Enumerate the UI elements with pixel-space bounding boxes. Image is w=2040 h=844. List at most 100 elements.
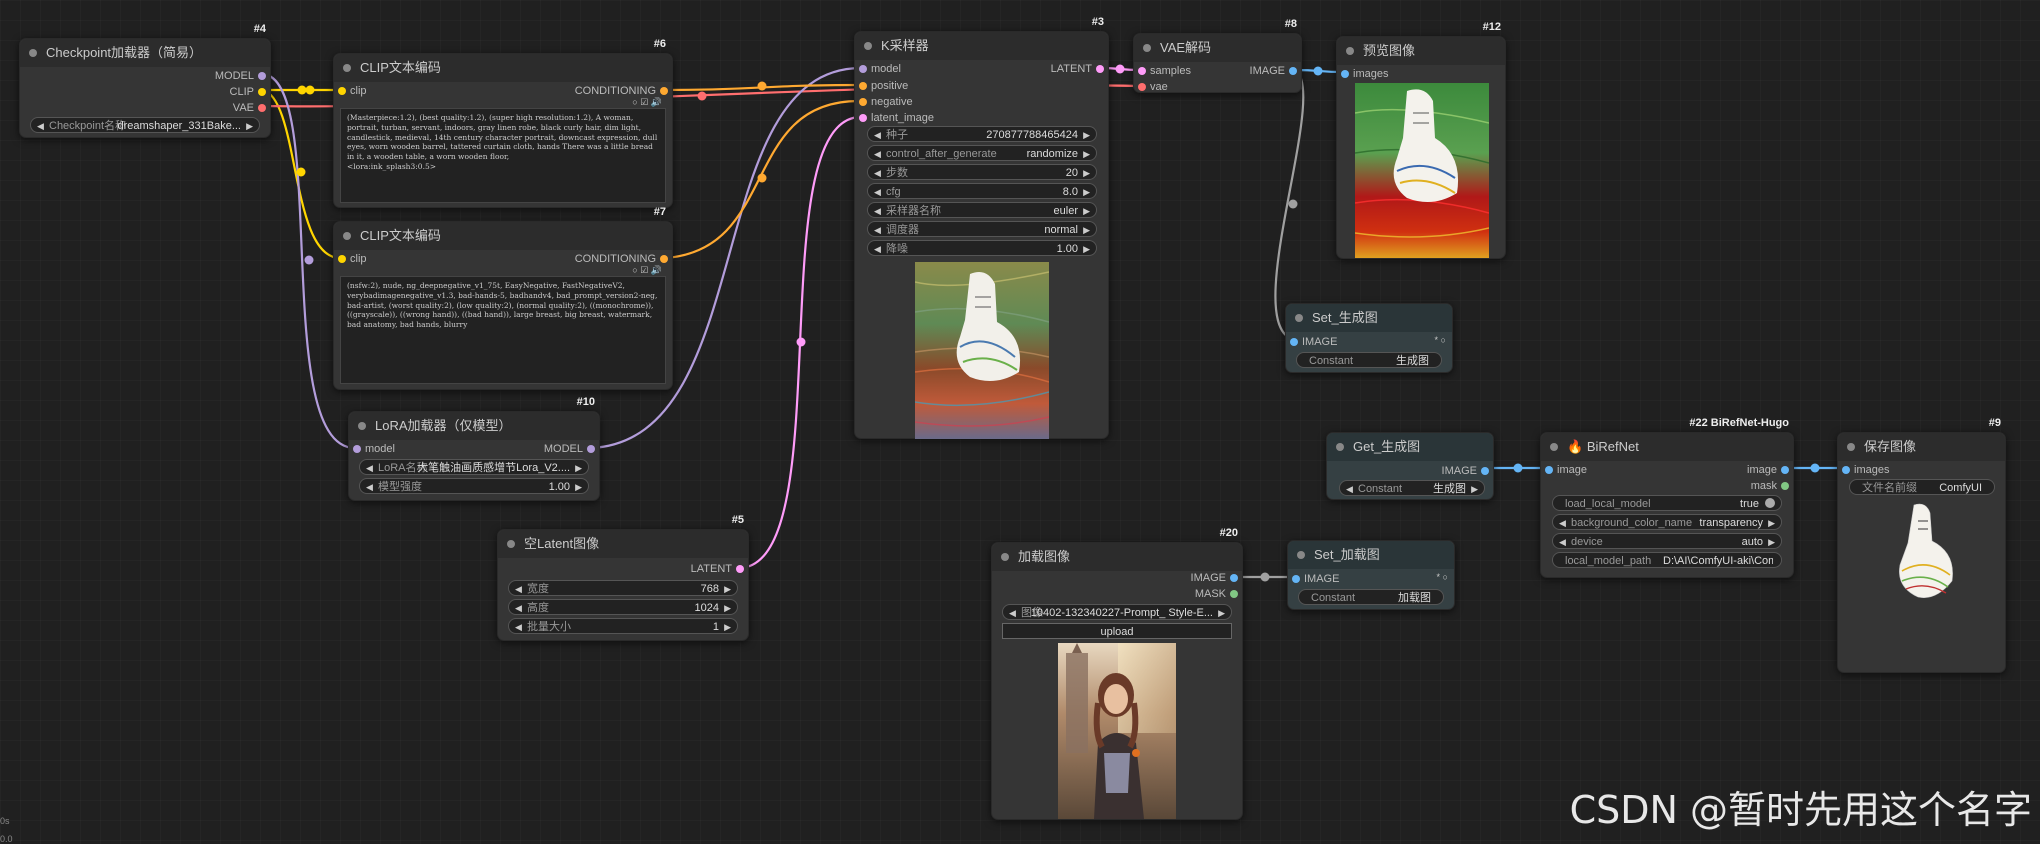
output-socket-icon[interactable] — [1096, 65, 1104, 73]
input-samples[interactable]: samples — [1138, 64, 1191, 78]
node-lora-loader[interactable]: #10 LoRA加载器（仅模型） model MODEL ◀ LoRA名称 大笔… — [348, 396, 600, 501]
arrow-right-icon[interactable]: ▶ — [1083, 184, 1090, 198]
arrow-left-icon[interactable]: ◀ — [1559, 515, 1566, 529]
input-socket-icon[interactable] — [1842, 466, 1850, 474]
input-positive[interactable]: positive — [859, 79, 908, 93]
input-images[interactable]: images — [1341, 67, 1388, 81]
arrow-right-icon[interactable]: ▶ — [1083, 222, 1090, 236]
output-image[interactable]: IMAGE — [1250, 64, 1297, 78]
text-toolbar-icons[interactable]: ○ ☑ 🔊 — [632, 265, 662, 276]
node-load-image[interactable]: #20 加载图像 IMAGE MASK ◀ 图像 10402-132340227-P… — [991, 527, 1243, 820]
background-color-combo[interactable]: ◀ background_color_name transparency ▶ — [1552, 514, 1782, 530]
input-socket-icon[interactable] — [859, 65, 867, 73]
arrow-left-icon[interactable]: ◀ — [874, 184, 881, 198]
input-image[interactable]: image — [1545, 463, 1587, 477]
arrow-left-icon[interactable]: ◀ — [515, 581, 522, 595]
collapse-dot-icon[interactable] — [358, 422, 366, 430]
output-latent[interactable]: LATENT — [1051, 62, 1104, 76]
arrow-right-icon[interactable]: ▶ — [1083, 203, 1090, 217]
input-socket-icon[interactable] — [1292, 575, 1300, 583]
input-negative[interactable]: negative — [859, 95, 913, 109]
node-title[interactable]: CLIP文本编码 — [334, 54, 672, 82]
arrow-right-icon[interactable]: ▶ — [724, 600, 731, 614]
output-image[interactable]: IMAGE — [1191, 571, 1238, 585]
node-save-image[interactable]: #9 保存图像 images 文件名前缀 ComfyUI — [1837, 417, 2006, 673]
arrow-right-icon[interactable]: ▶ — [1471, 481, 1478, 495]
output-socket-icon[interactable]: * ○ — [1437, 572, 1448, 582]
collapse-dot-icon[interactable] — [1143, 44, 1151, 52]
output-socket-icon[interactable] — [660, 255, 668, 263]
input-model[interactable]: model — [353, 442, 395, 456]
node-title[interactable]: VAE解码 — [1134, 34, 1301, 62]
node-title[interactable]: Get_生成图 — [1327, 433, 1493, 461]
output-socket-icon[interactable] — [1230, 574, 1238, 582]
collapse-dot-icon[interactable] — [1001, 553, 1009, 561]
lora-name-combo[interactable]: ◀ LoRA名称 大笔触油画质感增节Lora_V2.... ▶ — [359, 459, 589, 475]
node-title[interactable]: Set_生成图 — [1286, 304, 1452, 332]
collapse-dot-icon[interactable] — [864, 42, 872, 50]
node-title[interactable]: 空Latent图像 — [498, 530, 748, 558]
input-image[interactable]: IMAGE — [1292, 572, 1339, 586]
constant-combo[interactable]: ◀ Constant 生成图 ▶ — [1339, 480, 1485, 496]
collapse-dot-icon[interactable] — [1336, 443, 1344, 451]
arrow-right-icon[interactable]: ▶ — [724, 581, 731, 595]
collapse-dot-icon[interactable] — [1550, 443, 1558, 451]
constant-text[interactable]: Constant 加载图 — [1298, 589, 1444, 605]
output-conditioning[interactable]: CONDITIONING — [575, 84, 668, 98]
output-socket-icon[interactable] — [1230, 590, 1238, 598]
text-toolbar-icons[interactable]: ○ ☑ 🔊 — [632, 97, 662, 108]
output-model[interactable]: MODEL — [215, 69, 266, 83]
width-number[interactable]: ◀ 宽度 768 ▶ — [508, 580, 738, 596]
input-socket-icon[interactable] — [1138, 83, 1146, 91]
seed-number[interactable]: ◀ 种子 270877788465424 ▶ — [867, 126, 1097, 142]
collapse-dot-icon[interactable] — [1295, 314, 1303, 322]
output-conditioning[interactable]: CONDITIONING — [575, 252, 668, 266]
output-image[interactable]: image — [1747, 463, 1789, 477]
arrow-right-icon[interactable]: ▶ — [1083, 241, 1090, 255]
node-title[interactable]: K采样器 — [855, 32, 1108, 60]
height-number[interactable]: ◀ 高度 1024 ▶ — [508, 599, 738, 615]
arrow-left-icon[interactable]: ◀ — [37, 118, 44, 132]
constant-text[interactable]: Constant 生成图 — [1296, 352, 1442, 368]
node-title[interactable]: 保存图像 — [1838, 433, 2005, 461]
toggle-knob-icon[interactable] — [1765, 498, 1775, 508]
arrow-left-icon[interactable]: ◀ — [366, 479, 373, 493]
input-image[interactable]: IMAGE — [1290, 335, 1337, 349]
filename-prefix-text[interactable]: 文件名前缀 ComfyUI — [1849, 479, 1995, 495]
node-preview-image[interactable]: #12 预览图像 images — [1336, 21, 1506, 259]
output-model[interactable]: MODEL — [544, 442, 595, 456]
input-socket-icon[interactable] — [353, 445, 361, 453]
node-title[interactable]: 加载图像 — [992, 543, 1242, 571]
input-socket-icon[interactable] — [859, 98, 867, 106]
node-title[interactable]: LoRA加载器（仅模型） — [349, 412, 599, 440]
output-socket-icon[interactable] — [1781, 482, 1789, 490]
input-socket-icon[interactable] — [859, 114, 867, 122]
input-clip[interactable]: clip — [338, 252, 367, 266]
input-model[interactable]: model — [859, 62, 901, 76]
input-latent-image[interactable]: latent_image — [859, 111, 934, 125]
output-socket-icon[interactable] — [1781, 466, 1789, 474]
output-vae[interactable]: VAE — [233, 101, 266, 115]
collapse-dot-icon[interactable] — [1847, 443, 1855, 451]
node-title[interactable]: 预览图像 — [1337, 37, 1505, 65]
arrow-right-icon[interactable]: ▶ — [1083, 146, 1090, 160]
checkpoint-name-combo[interactable]: ◀ Checkpoint名称 dreamshaper_331Bake... ▶ — [30, 117, 260, 133]
sampler-name-combo[interactable]: ◀ 采样器名称 euler ▶ — [867, 202, 1097, 218]
arrow-left-icon[interactable]: ◀ — [515, 600, 522, 614]
input-socket-icon[interactable] — [338, 87, 346, 95]
arrow-left-icon[interactable]: ◀ — [874, 165, 881, 179]
output-clip[interactable]: CLIP — [230, 85, 266, 99]
output-socket-icon[interactable] — [587, 445, 595, 453]
collapse-dot-icon[interactable] — [29, 49, 37, 57]
upload-button[interactable]: upload — [1002, 623, 1232, 639]
node-title[interactable]: Set_加载图 — [1288, 541, 1454, 569]
output-socket-icon[interactable] — [660, 87, 668, 95]
output-socket-icon[interactable] — [1289, 67, 1297, 75]
steps-number[interactable]: ◀ 步数 20 ▶ — [867, 164, 1097, 180]
arrow-right-icon[interactable]: ▶ — [575, 460, 582, 474]
collapse-dot-icon[interactable] — [343, 232, 351, 240]
arrow-left-icon[interactable]: ◀ — [874, 127, 881, 141]
arrow-left-icon[interactable]: ◀ — [874, 203, 881, 217]
arrow-left-icon[interactable]: ◀ — [874, 241, 881, 255]
input-socket-icon[interactable] — [859, 82, 867, 90]
